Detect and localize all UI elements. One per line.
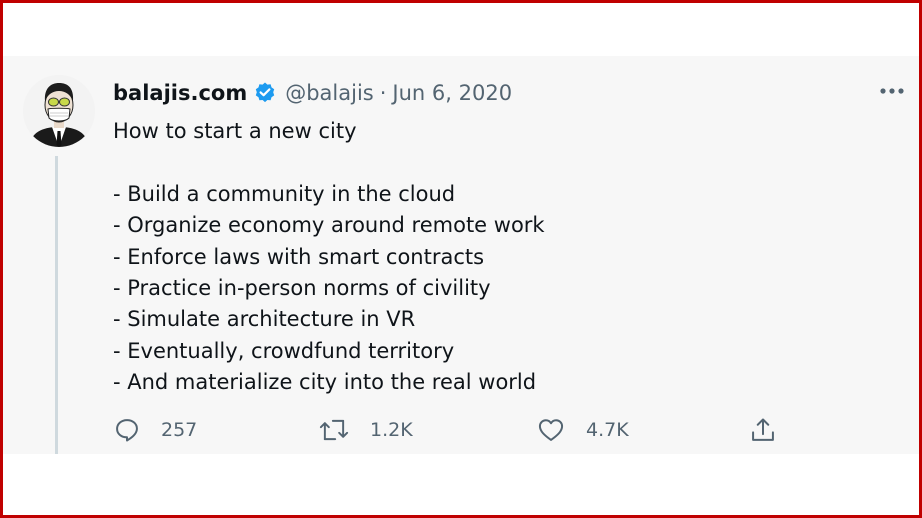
tweet-text-line: - Simulate architecture in VR <box>113 307 416 332</box>
tweet-text-line: - Enforce laws with smart contracts <box>113 244 485 269</box>
tweet-card[interactable]: balajis.com @balajis · Jun 6, 2020 How t… <box>3 56 919 454</box>
separator-dot: · <box>379 81 387 105</box>
share-icon <box>752 418 774 441</box>
avatar[interactable] <box>23 75 95 147</box>
reply-icon <box>116 419 138 442</box>
tweet-text-line: - Practice in-person norms of civility <box>113 276 491 301</box>
share-button[interactable] <box>748 410 778 450</box>
like-count: 4.7K <box>586 419 629 441</box>
more-options-icon[interactable] <box>877 79 907 103</box>
retweet-button[interactable]: 1.2K <box>318 410 413 450</box>
verified-badge-icon <box>253 81 277 105</box>
tweet-header: balajis.com @balajis · Jun 6, 2020 <box>113 78 512 108</box>
tweet-date[interactable]: Jun 6, 2020 <box>392 81 512 105</box>
tweet-text-line: - Build a community in the cloud <box>113 181 456 206</box>
tweet-text-line: - Eventually, crowdfund territory <box>113 338 455 363</box>
tweet-text: How to start a new city - Build a commun… <box>113 116 873 399</box>
tweet-text-line: How to start a new city <box>113 119 357 143</box>
tweet-text-line: - Organize economy around remote work <box>113 213 545 238</box>
like-button[interactable]: 4.7K <box>536 410 629 450</box>
user-handle[interactable]: @balajis <box>285 81 374 105</box>
display-name[interactable]: balajis.com <box>113 81 247 105</box>
tweet-actions: 257 1.2K 4.7K <box>3 410 919 450</box>
reply-button[interactable]: 257 <box>113 410 197 450</box>
retweet-icon <box>319 419 349 441</box>
masked-man-avatar-icon <box>23 75 95 147</box>
reply-count: 257 <box>161 419 198 441</box>
heart-icon <box>538 419 564 441</box>
tweet-text-line: - And materialize city into the real wor… <box>113 370 537 395</box>
retweet-count: 1.2K <box>370 419 413 441</box>
